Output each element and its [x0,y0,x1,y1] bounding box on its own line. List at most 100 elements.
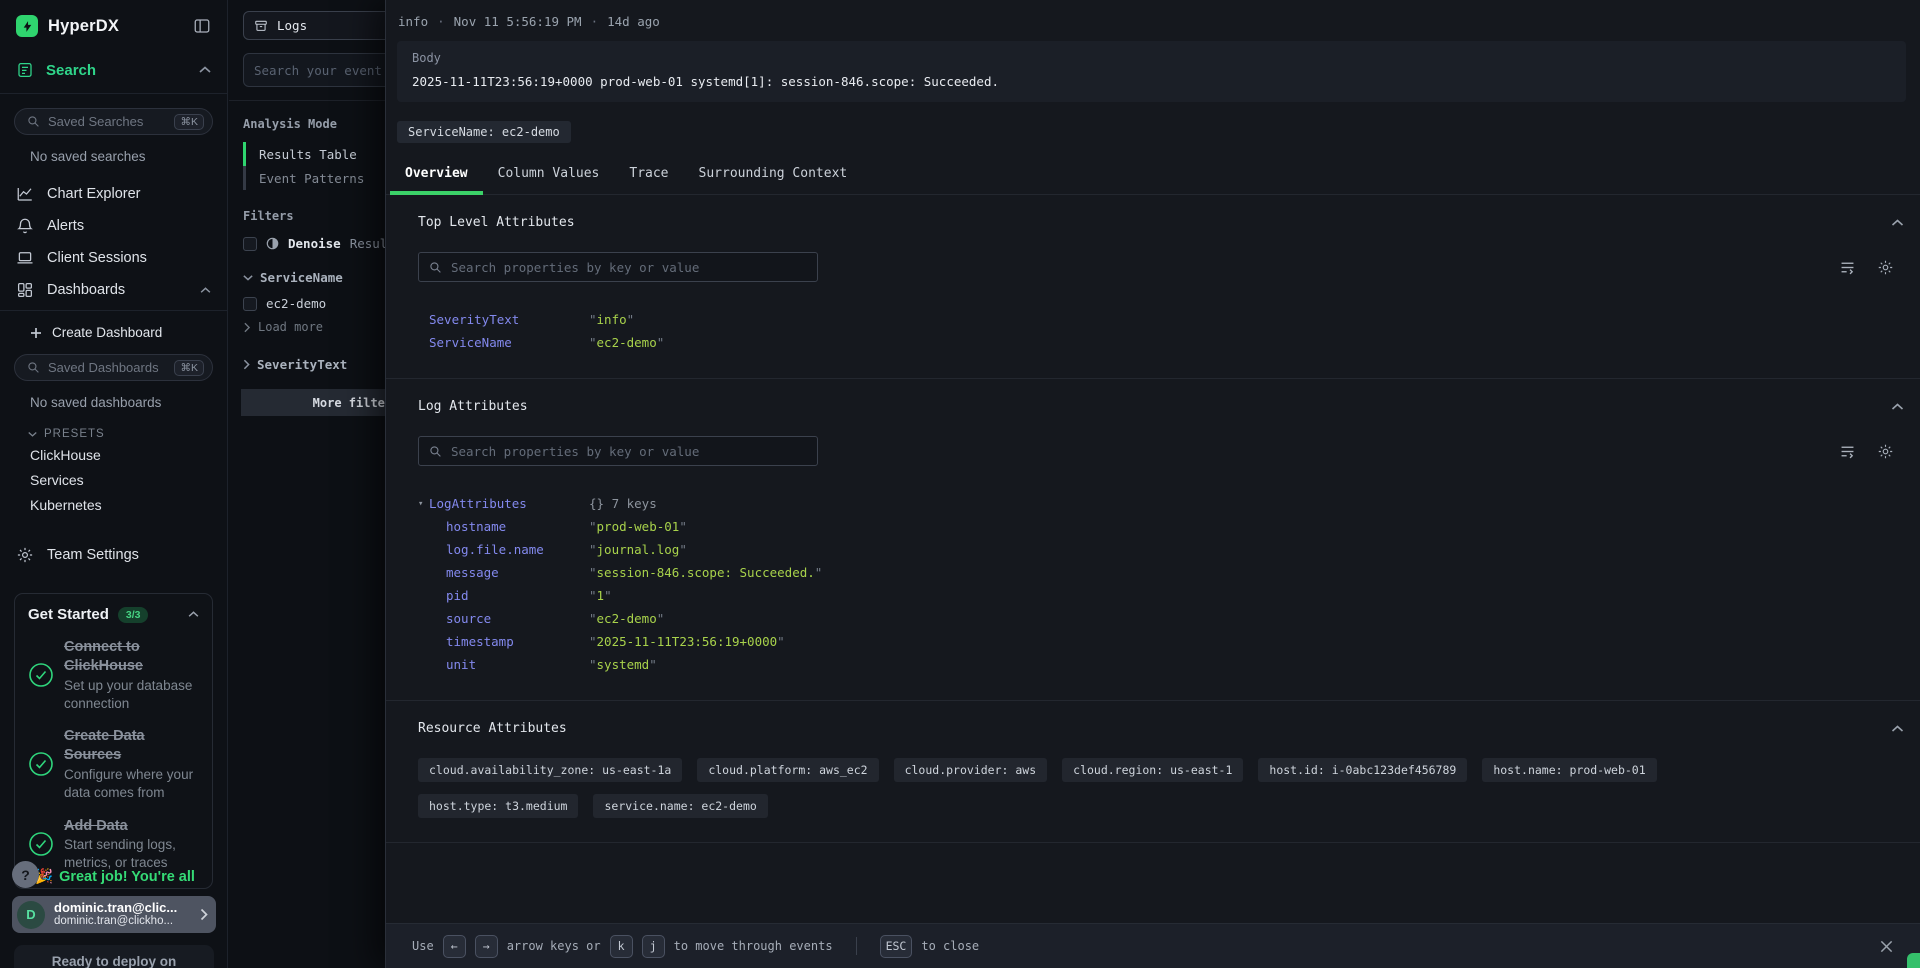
property-search-input[interactable] [451,444,807,459]
footer-text: to close [921,939,979,953]
wrap-lines-icon[interactable] [1839,259,1856,276]
denoise-icon [266,237,279,250]
resource-chip[interactable]: cloud.provider: aws [894,758,1048,782]
tab-trace[interactable]: Trace [614,156,683,194]
collapse-section-icon[interactable] [1891,725,1904,733]
attribute-row[interactable]: ServiceName ec2-demo [418,331,1904,354]
resource-chip[interactable]: service.name: ec2-demo [593,794,767,818]
shortcut-badge: ⌘K [174,360,204,376]
sidebar-item-chart-explorer[interactable]: Chart Explorer [0,178,227,210]
sidebar-item-dashboards[interactable]: Dashboards [0,274,227,306]
attribute-value: systemd [589,657,657,672]
attribute-tree-root[interactable]: ▾ LogAttributes {} 7 keys [418,492,1904,515]
tab-surrounding-context[interactable]: Surrounding Context [684,156,863,194]
attribute-row[interactable]: unit systemd [418,653,1904,676]
resource-chip[interactable]: host.name: prod-web-01 [1482,758,1656,782]
attribute-row[interactable]: log.file.name journal.log [418,538,1904,561]
get-started-step[interactable]: Add Data Start sending logs, metrics, or… [28,817,199,872]
sidebar-item-team-settings[interactable]: Team Settings [0,539,227,571]
feedback-corner-button[interactable] [1907,953,1920,968]
attribute-row[interactable]: SeverityText info [418,308,1904,331]
search-icon [27,361,40,374]
section-resource-attributes: Resource Attributes cloud.availability_z… [386,701,1920,843]
chevron-down-icon [28,431,37,437]
key-arrow-right: → [475,935,498,958]
attribute-key: timestamp [446,634,589,649]
sidebar-item-client-sessions[interactable]: Client Sessions [0,242,227,274]
collapse-section-icon[interactable] [1891,403,1904,411]
get-started-card: Get Started 3/3 Connect to ClickHouse Se… [14,593,213,889]
preset-clickhouse[interactable]: ClickHouse [0,442,227,467]
get-started-step[interactable]: Connect to ClickHouse Set up your databa… [28,638,199,712]
saved-dashboards-input[interactable]: Saved Dashboards ⌘K [14,354,213,381]
source-selector-label: Logs [277,18,307,33]
attribute-value: session-846.scope: Succeeded. [589,565,822,580]
resource-chip[interactable]: cloud.region: us-east-1 [1062,758,1243,782]
body-label: Body [412,51,1891,65]
saved-searches-input[interactable]: Saved Searches ⌘K [14,108,213,135]
section-log-attributes: Log Attributes ▾ LogAttributes [386,379,1920,701]
attribute-row[interactable]: pid 1 [418,584,1904,607]
dashboards-icon [16,281,34,299]
denoise-label: Denoise [288,236,341,251]
attribute-row[interactable]: hostname prod-web-01 [418,515,1904,538]
preset-services[interactable]: Services [0,467,227,492]
sidebar-item-alerts[interactable]: Alerts [0,210,227,242]
deploy-banner[interactable]: Ready to deploy on [14,945,214,968]
chevron-up-icon[interactable] [188,611,199,618]
attribute-value: prod-web-01 [589,519,687,534]
sidebar-item-search[interactable]: Search [0,47,227,94]
presets-toggle[interactable]: PRESETS [0,412,227,442]
collapse-section-icon[interactable] [1891,219,1904,227]
user-menu[interactable]: D dominic.tran@clic... dominic.tran@clic… [12,896,216,933]
preset-kubernetes[interactable]: Kubernetes [0,492,227,517]
detail-tabs: Overview Column Values Trace Surrounding… [386,156,1920,195]
attribute-row[interactable]: timestamp 2025-11-11T23:56:19+0000 [418,630,1904,653]
create-dashboard-button[interactable]: Create Dashboard [0,311,227,340]
denoise-checkbox[interactable] [243,237,257,251]
attribute-key: unit [446,657,589,672]
source-selector-button[interactable]: Logs [243,11,393,40]
collapse-sidebar-icon[interactable] [193,17,211,35]
expander-triangle-icon[interactable]: ▾ [418,499,429,509]
resource-chip[interactable]: cloud.platform: aws_ec2 [697,758,878,782]
separator-dot: · [591,14,599,29]
event-header: info · Nov 11 5:56:19 PM · 14d ago [386,0,1920,29]
settings-gear-icon[interactable] [1877,443,1894,460]
presets-label: PRESETS [44,428,105,440]
resource-chip[interactable]: cloud.availability_zone: us-east-1a [418,758,682,782]
chart-icon [16,185,34,203]
tab-overview[interactable]: Overview [390,156,483,194]
check-circle-icon [28,751,54,777]
property-search[interactable] [418,252,818,282]
saved-searches-placeholder: Saved Searches [48,114,143,129]
filter-option-label: ec2-demo [266,296,326,311]
servicename-chip[interactable]: ServiceName: ec2-demo [397,121,571,143]
attribute-row[interactable]: source ec2-demo [418,607,1904,630]
check-circle-icon [28,831,54,857]
attribute-row[interactable]: message session-846.scope: Succeeded. [418,561,1904,584]
property-search[interactable] [418,436,818,466]
event-body-box: Body 2025-11-11T23:56:19+0000 prod-web-0… [397,41,1906,102]
get-started-step[interactable]: Create Data Sources Configure where your… [28,727,199,801]
attribute-value: journal.log [589,542,687,557]
event-timestamp: Nov 11 5:56:19 PM [454,14,582,29]
load-more-label: Load more [258,320,323,334]
search-icon [429,445,442,458]
close-icon[interactable] [1879,939,1894,954]
wrap-lines-icon[interactable] [1839,443,1856,460]
property-search-input[interactable] [451,260,807,275]
help-button[interactable]: ? [12,861,39,888]
resource-chip[interactable]: host.type: t3.medium [418,794,578,818]
chevron-up-icon [199,66,211,74]
detail-footer: Use ← → arrow keys or k j to move throug… [386,923,1920,968]
ec2-demo-checkbox[interactable] [243,297,257,311]
attribute-value: 2025-11-11T23:56:19+0000 [589,634,785,649]
resource-chip[interactable]: host.id: i-0abc123def456789 [1258,758,1467,782]
logo-row: HyperDX [0,0,227,47]
divider [856,937,857,955]
settings-gear-icon[interactable] [1877,259,1894,276]
tab-column-values[interactable]: Column Values [483,156,615,194]
filter-group-label: SeverityText [257,357,347,372]
attribute-key: SeverityText [429,312,589,327]
